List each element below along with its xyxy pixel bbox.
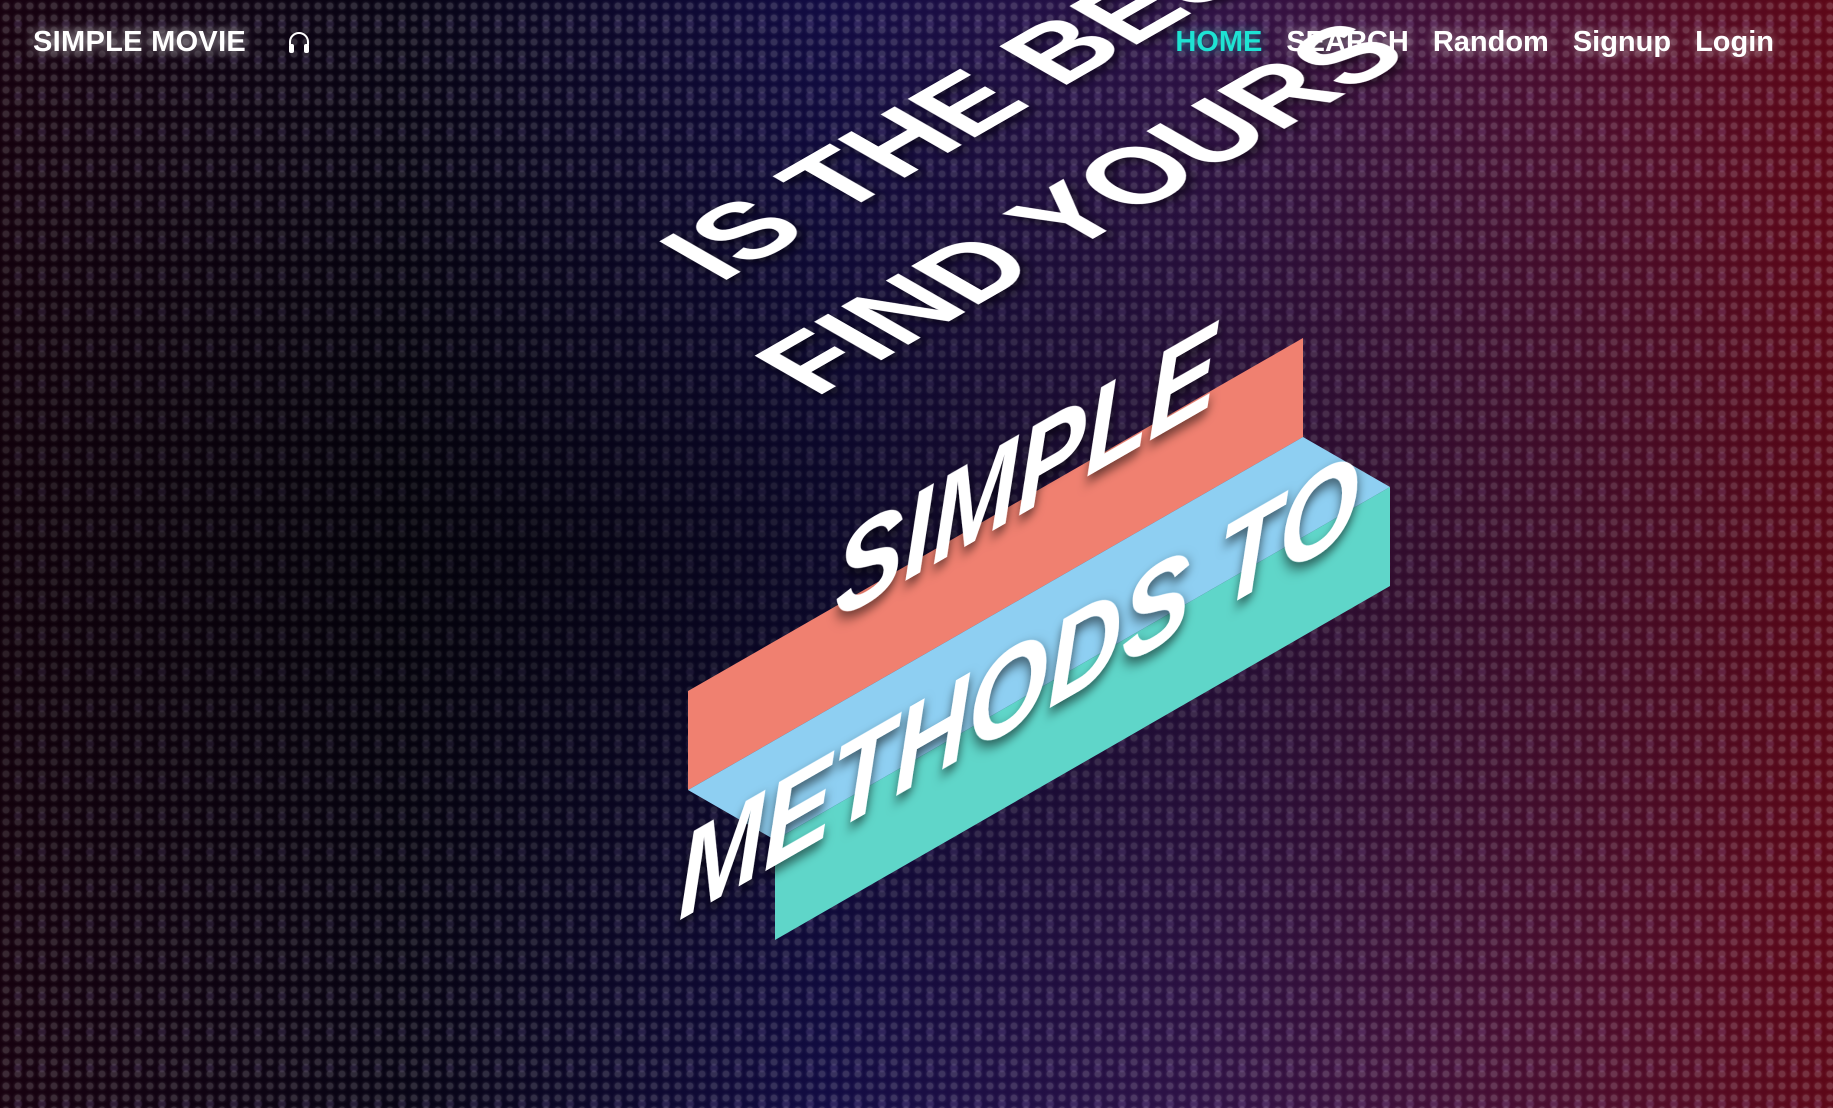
nav-search[interactable]: SEARCH [1286,26,1408,59]
nav-signup[interactable]: Signup [1573,26,1671,59]
hero-isometric: SIMPLE IS THE BEST METHODS TO FIND YOURS [632,0,1433,947]
page: SIMPLE MOVIE HOME SEARCH Random Signup L… [0,0,1833,1108]
navbar: SIMPLE MOVIE HOME SEARCH Random Signup L… [0,0,1833,90]
brand-title[interactable]: SIMPLE MOVIE [33,26,246,59]
nav-home[interactable]: HOME [1175,26,1262,59]
nav-login[interactable]: Login [1695,26,1774,59]
headphone-icon[interactable] [287,30,311,56]
nav-random[interactable]: Random [1433,26,1549,59]
nav-menu: HOME SEARCH Random Signup Login [1175,26,1774,59]
